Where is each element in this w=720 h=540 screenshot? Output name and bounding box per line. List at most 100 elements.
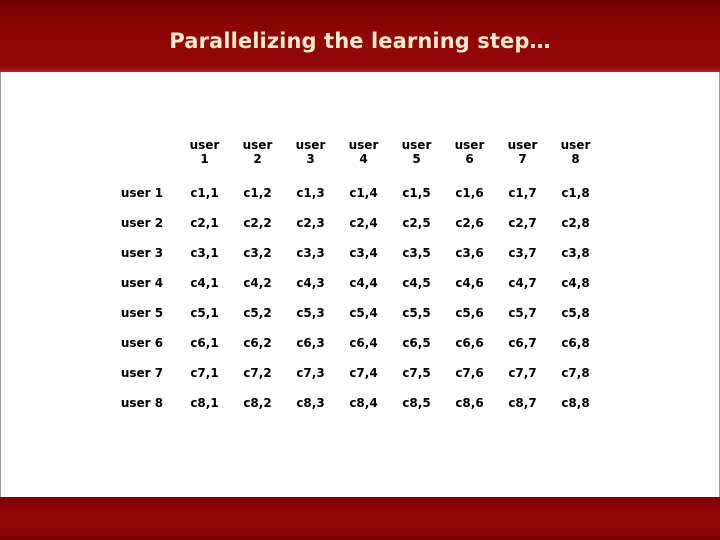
cell-3-4: c3,4 xyxy=(349,246,378,260)
matrix-header-row: user 1 user 2 user 3 user 4 user 5 user … xyxy=(106,126,602,178)
column-header-user-7: user 7 xyxy=(496,126,549,178)
user-pair-matrix: user 1 user 2 user 3 user 4 user 5 user … xyxy=(106,126,602,418)
cell-4-6: c4,6 xyxy=(455,276,484,290)
column-header-user-8: user 8 xyxy=(549,126,602,178)
column-header-word: user xyxy=(348,138,379,152)
column-header-word: user xyxy=(507,138,538,152)
cell-7-2: c7,2 xyxy=(243,366,272,380)
cell-6-1: c6,1 xyxy=(190,336,219,350)
row-header-user-8: user 8 xyxy=(120,396,164,410)
cell-4-3: c4,3 xyxy=(296,276,325,290)
cell-1-2: c1,2 xyxy=(243,186,272,200)
cell-2-2: c2,2 xyxy=(243,216,272,230)
cell-4-4: c4,4 xyxy=(349,276,378,290)
cell-8-6: c8,6 xyxy=(455,396,484,410)
row-header-user-3: user 3 xyxy=(120,246,164,260)
cell-3-3: c3,3 xyxy=(296,246,325,260)
column-header-user-4: user 4 xyxy=(337,126,390,178)
column-header-number: 5 xyxy=(412,152,421,166)
column-header-number: 6 xyxy=(465,152,474,166)
column-header-number: 1 xyxy=(200,152,209,166)
matrix-header: user 1 user 2 user 3 user 4 user 5 user … xyxy=(106,126,602,178)
cell-1-4: c1,4 xyxy=(349,186,378,200)
cell-1-6: c1,6 xyxy=(455,186,484,200)
presentation-slide: Parallelizing the learning step… user 1 … xyxy=(0,0,720,540)
cell-1-8: c1,8 xyxy=(561,186,590,200)
table-row: user 4 c4,1 c4,2 c4,3 c4,4 c4,5 c4,6 c4,… xyxy=(106,268,602,298)
column-header-word: user xyxy=(295,138,326,152)
cell-6-8: c6,8 xyxy=(561,336,590,350)
cell-1-7: c1,7 xyxy=(508,186,537,200)
cell-5-4: c5,4 xyxy=(349,306,378,320)
cell-6-2: c6,2 xyxy=(243,336,272,350)
cell-7-4: c7,4 xyxy=(349,366,378,380)
cell-4-7: c4,7 xyxy=(508,276,537,290)
row-header-user-5: user 5 xyxy=(120,306,164,320)
cell-8-7: c8,7 xyxy=(508,396,537,410)
cell-3-7: c3,7 xyxy=(508,246,537,260)
cell-3-8: c3,8 xyxy=(561,246,590,260)
cell-3-5: c3,5 xyxy=(402,246,431,260)
page-title: Parallelizing the learning step… xyxy=(169,29,551,53)
table-row: user 8 c8,1 c8,2 c8,3 c8,4 c8,5 c8,6 c8,… xyxy=(106,388,602,418)
column-header-number: 4 xyxy=(359,152,368,166)
column-header-number: 3 xyxy=(306,152,315,166)
table-row: user 2 c2,1 c2,2 c2,3 c2,4 c2,5 c2,6 c2,… xyxy=(106,208,602,238)
cell-6-3: c6,3 xyxy=(296,336,325,350)
cell-8-2: c8,2 xyxy=(243,396,272,410)
cell-1-3: c1,3 xyxy=(296,186,325,200)
row-header-user-6: user 6 xyxy=(120,336,164,350)
table-row: user 3 c3,1 c3,2 c3,3 c3,4 c3,5 c3,6 c3,… xyxy=(106,238,602,268)
table-row: user 7 c7,1 c7,2 c7,3 c7,4 c7,5 c7,6 c7,… xyxy=(106,358,602,388)
cell-4-8: c4,8 xyxy=(561,276,590,290)
row-header-user-7: user 7 xyxy=(120,366,164,380)
slide-footer-band xyxy=(0,497,720,540)
row-header-user-1: user 1 xyxy=(120,186,164,200)
cell-8-1: c8,1 xyxy=(190,396,219,410)
cell-7-5: c7,5 xyxy=(402,366,431,380)
cell-2-5: c2,5 xyxy=(402,216,431,230)
row-header-user-4: user 4 xyxy=(120,276,164,290)
matrix-container: user 1 user 2 user 3 user 4 user 5 user … xyxy=(0,126,720,418)
cell-5-3: c5,3 xyxy=(296,306,325,320)
column-header-word: user xyxy=(454,138,485,152)
cell-6-7: c6,7 xyxy=(508,336,537,350)
cell-4-5: c4,5 xyxy=(402,276,431,290)
table-row: user 1 c1,1 c1,2 c1,3 c1,4 c1,5 c1,6 c1,… xyxy=(106,178,602,208)
cell-5-5: c5,5 xyxy=(402,306,431,320)
cell-5-2: c5,2 xyxy=(243,306,272,320)
cell-5-1: c5,1 xyxy=(190,306,219,320)
cell-7-1: c7,1 xyxy=(190,366,219,380)
cell-2-1: c2,1 xyxy=(190,216,219,230)
table-row: user 6 c6,1 c6,2 c6,3 c6,4 c6,5 c6,6 c6,… xyxy=(106,328,602,358)
column-header-number: 7 xyxy=(518,152,527,166)
slide-title-band: Parallelizing the learning step… xyxy=(0,0,720,72)
cell-7-8: c7,8 xyxy=(561,366,590,380)
cell-7-7: c7,7 xyxy=(508,366,537,380)
cell-3-6: c3,6 xyxy=(455,246,484,260)
cell-8-4: c8,4 xyxy=(349,396,378,410)
cell-7-6: c7,6 xyxy=(455,366,484,380)
matrix-corner-cell xyxy=(106,126,178,178)
table-row: user 5 c5,1 c5,2 c5,3 c5,4 c5,5 c5,6 c5,… xyxy=(106,298,602,328)
column-header-user-1: user 1 xyxy=(178,126,231,178)
cell-1-1: c1,1 xyxy=(190,186,219,200)
matrix-body: user 1 c1,1 c1,2 c1,3 c1,4 c1,5 c1,6 c1,… xyxy=(106,178,602,418)
column-header-user-2: user 2 xyxy=(231,126,284,178)
column-header-word: user xyxy=(242,138,273,152)
cell-3-2: c3,2 xyxy=(243,246,272,260)
cell-2-3: c2,3 xyxy=(296,216,325,230)
column-header-number: 8 xyxy=(571,152,580,166)
row-header-user-2: user 2 xyxy=(120,216,164,230)
cell-5-8: c5,8 xyxy=(561,306,590,320)
cell-6-4: c6,4 xyxy=(349,336,378,350)
cell-2-8: c2,8 xyxy=(561,216,590,230)
cell-2-7: c2,7 xyxy=(508,216,537,230)
cell-3-1: c3,1 xyxy=(190,246,219,260)
cell-5-6: c5,6 xyxy=(455,306,484,320)
cell-2-6: c2,6 xyxy=(455,216,484,230)
cell-4-2: c4,2 xyxy=(243,276,272,290)
column-header-word: user xyxy=(560,138,591,152)
cell-8-3: c8,3 xyxy=(296,396,325,410)
column-header-number: 2 xyxy=(253,152,262,166)
